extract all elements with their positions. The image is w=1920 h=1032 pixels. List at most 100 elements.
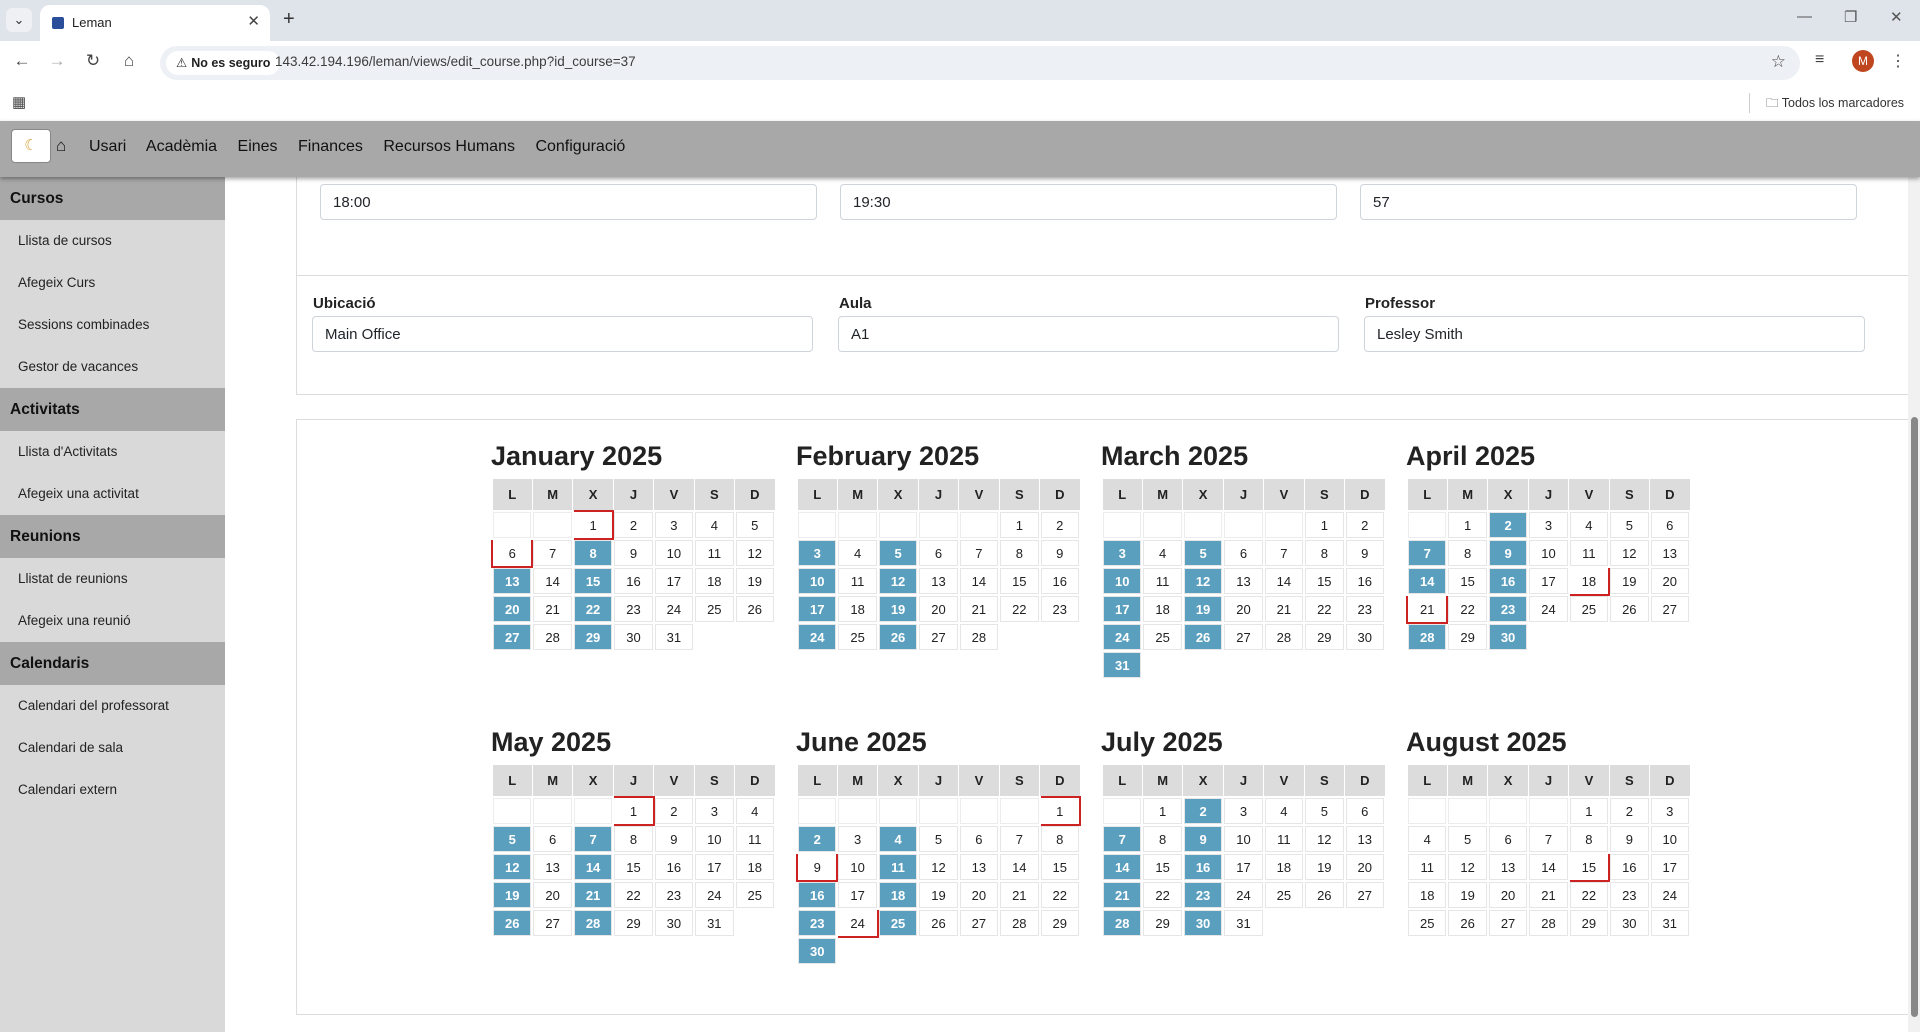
day-cell[interactable]: 11 bbox=[733, 824, 777, 854]
day-cell[interactable]: 11 bbox=[1405, 852, 1449, 882]
day-cell[interactable]: 15 bbox=[1567, 852, 1611, 882]
day-cell[interactable]: 19 bbox=[876, 594, 920, 624]
day-cell[interactable]: 20 bbox=[1486, 880, 1530, 910]
day-cell[interactable]: 22 bbox=[571, 594, 615, 624]
day-cell[interactable]: 7 bbox=[1527, 824, 1570, 854]
day-cell[interactable]: 10 bbox=[1222, 824, 1265, 854]
day-cell[interactable]: 28 bbox=[1405, 622, 1449, 652]
day-cell[interactable]: 13 bbox=[490, 566, 534, 596]
day-cell[interactable]: 1 bbox=[1567, 796, 1611, 826]
menu-item-recursos-humans[interactable]: Recursos Humans bbox=[383, 138, 515, 155]
day-cell[interactable]: 10 bbox=[795, 566, 839, 596]
day-cell[interactable]: 25 bbox=[733, 880, 777, 910]
day-cell[interactable]: 23 bbox=[1608, 880, 1651, 910]
day-cell[interactable]: 26 bbox=[876, 622, 920, 652]
day-cell[interactable]: 9 bbox=[1343, 538, 1387, 568]
day-cell[interactable]: 4 bbox=[693, 510, 736, 540]
day-cell[interactable]: 5 bbox=[733, 510, 777, 540]
day-cell[interactable]: 19 bbox=[1608, 566, 1651, 596]
day-cell[interactable]: 9 bbox=[652, 824, 696, 854]
day-cell[interactable]: 5 bbox=[1608, 510, 1651, 540]
day-cell[interactable]: 2 bbox=[1608, 796, 1651, 826]
day-cell[interactable]: 10 bbox=[1527, 538, 1570, 568]
day-cell[interactable]: 21 bbox=[1405, 594, 1449, 624]
day-cell[interactable]: 17 bbox=[1222, 852, 1265, 882]
day-cell[interactable]: 26 bbox=[917, 908, 960, 938]
day-cell[interactable]: 30 bbox=[1486, 622, 1530, 652]
day-cell[interactable]: 12 bbox=[917, 852, 960, 882]
day-cell[interactable]: 14 bbox=[1262, 566, 1306, 596]
sidebar-item-calendari-sala[interactable]: Calendari de sala bbox=[0, 727, 225, 769]
day-cell[interactable]: 31 bbox=[1222, 908, 1265, 938]
day-cell[interactable]: 6 bbox=[917, 538, 960, 568]
menu-item-configuracio[interactable]: Configuració bbox=[535, 138, 625, 155]
day-cell[interactable]: 12 bbox=[490, 852, 534, 882]
new-tab-button[interactable]: + bbox=[283, 8, 295, 31]
day-cell[interactable]: 23 bbox=[652, 880, 696, 910]
sidebar-item-llista-activitats[interactable]: Llista d'Activitats bbox=[0, 431, 225, 473]
sidebar-item-sessions-combinades[interactable]: Sessions combinades bbox=[0, 304, 225, 346]
forward-icon[interactable]: → bbox=[45, 51, 69, 71]
day-cell[interactable]: 6 bbox=[957, 824, 1001, 854]
day-cell[interactable]: 10 bbox=[836, 852, 879, 882]
day-cell[interactable]: 29 bbox=[1038, 908, 1082, 938]
day-cell[interactable]: 31 bbox=[652, 622, 696, 652]
day-cell[interactable]: 19 bbox=[1181, 594, 1225, 624]
day-cell[interactable]: 8 bbox=[1567, 824, 1611, 854]
day-cell[interactable]: 7 bbox=[1100, 824, 1144, 854]
day-cell[interactable]: 27 bbox=[917, 622, 960, 652]
day-cell[interactable]: 17 bbox=[693, 852, 736, 882]
day-cell[interactable]: 5 bbox=[1181, 538, 1225, 568]
day-cell[interactable]: 14 bbox=[1527, 852, 1570, 882]
day-cell[interactable]: 30 bbox=[612, 622, 655, 652]
sidebar-item-llista-cursos[interactable]: Llista de cursos bbox=[0, 220, 225, 262]
day-cell[interactable]: 15 bbox=[1446, 566, 1489, 596]
sidebar-item-afegeix-reunio[interactable]: Afegeix una reunió bbox=[0, 600, 225, 642]
scrollbar-thumb[interactable] bbox=[1911, 417, 1918, 1017]
menu-item-finances[interactable]: Finances bbox=[298, 138, 363, 155]
day-cell[interactable]: 3 bbox=[1100, 538, 1144, 568]
sidebar-item-afegeix-curs[interactable]: Afegeix Curs bbox=[0, 262, 225, 304]
day-cell[interactable]: 28 bbox=[1262, 622, 1306, 652]
day-cell[interactable]: 30 bbox=[1181, 908, 1225, 938]
day-cell[interactable]: 31 bbox=[693, 908, 736, 938]
day-cell[interactable]: 23 bbox=[795, 908, 839, 938]
menu-item-usari[interactable]: Usari bbox=[89, 138, 126, 155]
page-scrollbar[interactable] bbox=[1908, 177, 1920, 1032]
day-cell[interactable]: 30 bbox=[652, 908, 696, 938]
duration-input[interactable]: 57 bbox=[1360, 184, 1857, 220]
day-cell[interactable]: 15 bbox=[1141, 852, 1184, 882]
day-cell[interactable]: 20 bbox=[917, 594, 960, 624]
day-cell[interactable]: 9 bbox=[1038, 538, 1082, 568]
day-cell[interactable]: 25 bbox=[1567, 594, 1611, 624]
day-cell[interactable]: 25 bbox=[1405, 908, 1449, 938]
day-cell[interactable]: 26 bbox=[733, 594, 777, 624]
day-cell[interactable]: 19 bbox=[917, 880, 960, 910]
teacher-input[interactable]: Lesley Smith bbox=[1364, 316, 1865, 352]
day-cell[interactable]: 6 bbox=[1648, 510, 1692, 540]
close-tab-icon[interactable]: ✕ bbox=[247, 12, 260, 30]
day-cell[interactable]: 27 bbox=[957, 908, 1001, 938]
window-close-icon[interactable]: ✕ bbox=[1890, 8, 1903, 26]
day-cell[interactable]: 15 bbox=[612, 852, 655, 882]
day-cell[interactable]: 18 bbox=[693, 566, 736, 596]
sidebar-item-afegeix-activitat[interactable]: Afegeix una activitat bbox=[0, 473, 225, 515]
day-cell[interactable]: 1 bbox=[1446, 510, 1489, 540]
home-icon[interactable]: ⌂ bbox=[56, 136, 66, 156]
day-cell[interactable]: 25 bbox=[876, 908, 920, 938]
day-cell[interactable]: 3 bbox=[836, 824, 879, 854]
day-cell[interactable]: 3 bbox=[693, 796, 736, 826]
day-cell[interactable]: 4 bbox=[1262, 796, 1306, 826]
day-cell[interactable]: 13 bbox=[1648, 538, 1692, 568]
day-cell[interactable]: 22 bbox=[1038, 880, 1082, 910]
reload-icon[interactable]: ↻ bbox=[81, 51, 105, 71]
day-cell[interactable]: 12 bbox=[1608, 538, 1651, 568]
day-cell[interactable]: 5 bbox=[490, 824, 534, 854]
day-cell[interactable]: 21 bbox=[571, 880, 615, 910]
day-cell[interactable]: 21 bbox=[531, 594, 574, 624]
apps-grid-icon[interactable]: ▦ bbox=[12, 93, 26, 111]
day-cell[interactable]: 17 bbox=[1527, 566, 1570, 596]
day-cell[interactable]: 6 bbox=[1343, 796, 1387, 826]
day-cell[interactable]: 24 bbox=[1648, 880, 1692, 910]
day-cell[interactable]: 21 bbox=[957, 594, 1001, 624]
